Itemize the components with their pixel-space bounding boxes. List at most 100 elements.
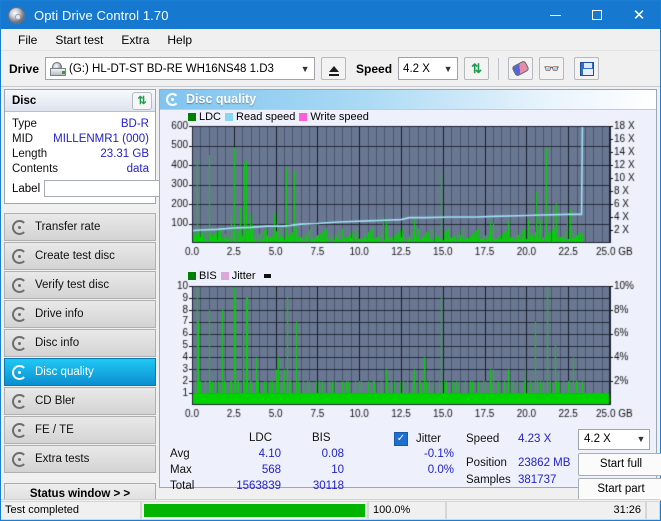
menu-start-test[interactable]: Start test — [46, 30, 112, 50]
sidebar-item-extra-tests[interactable]: Extra tests — [4, 445, 156, 473]
legend-marker-icon — [263, 273, 271, 278]
resize-grip-icon[interactable] — [646, 500, 660, 520]
disc-mid-label: MID — [12, 132, 34, 145]
drive-toolbar: Drive (G:) HL-DT-ST BD-RE WH16NS48 1.D3 … — [1, 51, 660, 87]
disc-contents-value: data — [126, 162, 149, 175]
disc-icon — [12, 248, 27, 264]
speed-readout-value: 4.23 X — [518, 432, 552, 445]
menu-extra[interactable]: Extra — [112, 30, 158, 50]
legend-label-ldc: LDC — [199, 110, 222, 123]
disc-row-type: Type BD-R — [12, 116, 149, 131]
panel-header: Disc quality — [160, 90, 656, 110]
sidebar-item-label: Drive info — [35, 308, 84, 320]
content-area: Disc ⇅ Type BD-R MID MILLENMR1 (000) Len… — [1, 87, 661, 505]
check-icon: ✓ — [396, 433, 406, 445]
menu-help[interactable]: Help — [158, 30, 201, 50]
disc-panel-title: Disc — [12, 94, 37, 107]
sidebar-item-verify-test-disc[interactable]: Verify test disc — [4, 271, 156, 299]
legend-entry-bis: BIS — [188, 270, 217, 282]
legend-entry-ldc: LDC — [188, 111, 221, 123]
sidebar-item-transfer-rate[interactable]: Transfer rate — [4, 213, 156, 241]
stats-table: LDC BIS Avg 4.10 0.08 Max 568 10 Total 1… — [166, 431, 466, 492]
disc-row-mid: MID MILLENMR1 (000) — [12, 131, 149, 146]
sidebar-item-disc-quality[interactable]: Disc quality — [4, 358, 156, 386]
disc-panel-body: Type BD-R MID MILLENMR1 (000) Length 23.… — [5, 112, 247, 203]
sidebar-item-label: Extra tests — [35, 453, 90, 465]
jitter-checkbox[interactable]: ✓ — [394, 431, 408, 446]
stats-max-bis: 10 — [331, 463, 344, 476]
stats-total-ldc: 1563839 — [236, 479, 281, 492]
chevron-down-icon: ▼ — [300, 63, 310, 74]
jitter-label: Jitter — [416, 432, 441, 445]
sidebar-item-create-test-disc[interactable]: Create test disc — [4, 242, 156, 270]
legend-label-read-speed: Read speed — [236, 110, 296, 123]
position-value: 23862 MB — [518, 456, 571, 469]
settings-button[interactable]: 👓 — [539, 57, 565, 80]
legend-swatch-bis — [188, 271, 196, 280]
drive-select-value: (G:) HL-DT-ST BD-RE WH16NS48 1.D3 — [69, 62, 274, 75]
drive-select[interactable]: (G:) HL-DT-ST BD-RE WH16NS48 1.D3 ▼ — [45, 57, 316, 80]
close-button[interactable]: ✕ — [618, 1, 660, 29]
minimize-button[interactable] — [534, 1, 576, 29]
stats-max-jitter: 0.0% — [427, 463, 454, 476]
speed-select[interactable]: 4.2 X ▼ — [398, 57, 459, 80]
app-window: Opti Drive Control 1.70 ✕ File Start tes… — [0, 0, 661, 521]
disc-refresh-button[interactable]: ⇅ — [132, 91, 152, 110]
drive-label: Drive — [9, 61, 40, 76]
disc-type-label: Type — [12, 117, 37, 130]
legend-swatch-read-speed — [225, 112, 234, 121]
sidebar-item-drive-info[interactable]: Drive info — [4, 300, 156, 328]
menu-file[interactable]: File — [9, 30, 46, 50]
maximize-button[interactable] — [576, 1, 618, 29]
legend-swatch-write-speed — [299, 112, 308, 121]
disc-contents-label: Contents — [12, 162, 59, 175]
save-button[interactable] — [574, 57, 600, 80]
refresh-icon: ⇅ — [471, 61, 482, 76]
ldc-chart-canvas — [160, 109, 652, 268]
erase-button[interactable] — [508, 57, 534, 80]
sidebar-item-label: Disc quality — [35, 366, 94, 378]
disc-icon — [12, 364, 27, 380]
samples-label: Samples — [466, 473, 511, 486]
disc-length-value: 23.31 GB — [100, 147, 149, 160]
legend-label-jitter: Jitter — [231, 269, 256, 282]
stats-avg-jitter: -0.1% — [423, 447, 454, 460]
progress-bar — [141, 500, 368, 520]
title-bar: Opti Drive Control 1.70 ✕ — [1, 1, 660, 29]
bis-chart-legend: BIS Jitter — [188, 270, 271, 282]
sidebar-item-cd-bler[interactable]: CD Bler — [4, 387, 156, 415]
minimize-icon — [549, 14, 561, 16]
test-speed-select[interactable]: 4.2 X ▼ — [578, 428, 650, 450]
sidebar-item-fe-te[interactable]: FE / TE — [4, 416, 156, 444]
sidebar-item-label: Create test disc — [35, 250, 115, 262]
disc-row-contents: Contents data — [12, 161, 149, 176]
stats-col-header-ldc: LDC — [249, 431, 273, 444]
left-sidebar: Disc ⇅ Type BD-R MID MILLENMR1 (000) Len… — [1, 87, 247, 505]
position-label: Position — [466, 456, 507, 469]
disc-icon — [12, 422, 27, 438]
disc-icon — [12, 393, 27, 409]
refresh-button[interactable]: ⇅ — [464, 57, 490, 80]
eject-button[interactable] — [321, 57, 347, 80]
stats-row-label-max: Max — [170, 463, 192, 476]
disc-type-value: BD-R — [120, 117, 149, 130]
window-controls: ✕ — [534, 1, 660, 29]
stats-avg-bis: 0.08 — [321, 447, 344, 460]
disc-length-label: Length — [12, 147, 48, 160]
stats-avg-ldc: 4.10 — [258, 447, 281, 460]
disc-label-row: Label — [12, 179, 247, 198]
window-title: Opti Drive Control 1.70 — [34, 7, 169, 23]
disc-row-length: Length 23.31 GB — [12, 146, 149, 161]
speed-label: Speed — [356, 61, 393, 76]
disc-icon — [12, 451, 27, 467]
stats-col-header-bis: BIS — [312, 431, 331, 444]
progress-bar-fill — [144, 503, 365, 517]
sidebar-item-label: Verify test disc — [35, 279, 110, 291]
test-speed-value: 4.2 X — [584, 433, 611, 446]
status-bar: Test completed 100.0% 31:26 — [1, 499, 660, 520]
sidebar-item-disc-info[interactable]: Disc info — [4, 329, 156, 357]
start-part-button[interactable]: Start part — [578, 477, 661, 501]
start-full-button[interactable]: Start full — [578, 452, 661, 476]
bis-chart-canvas — [160, 267, 652, 428]
legend-entry-read-speed: Read speed — [225, 111, 295, 123]
